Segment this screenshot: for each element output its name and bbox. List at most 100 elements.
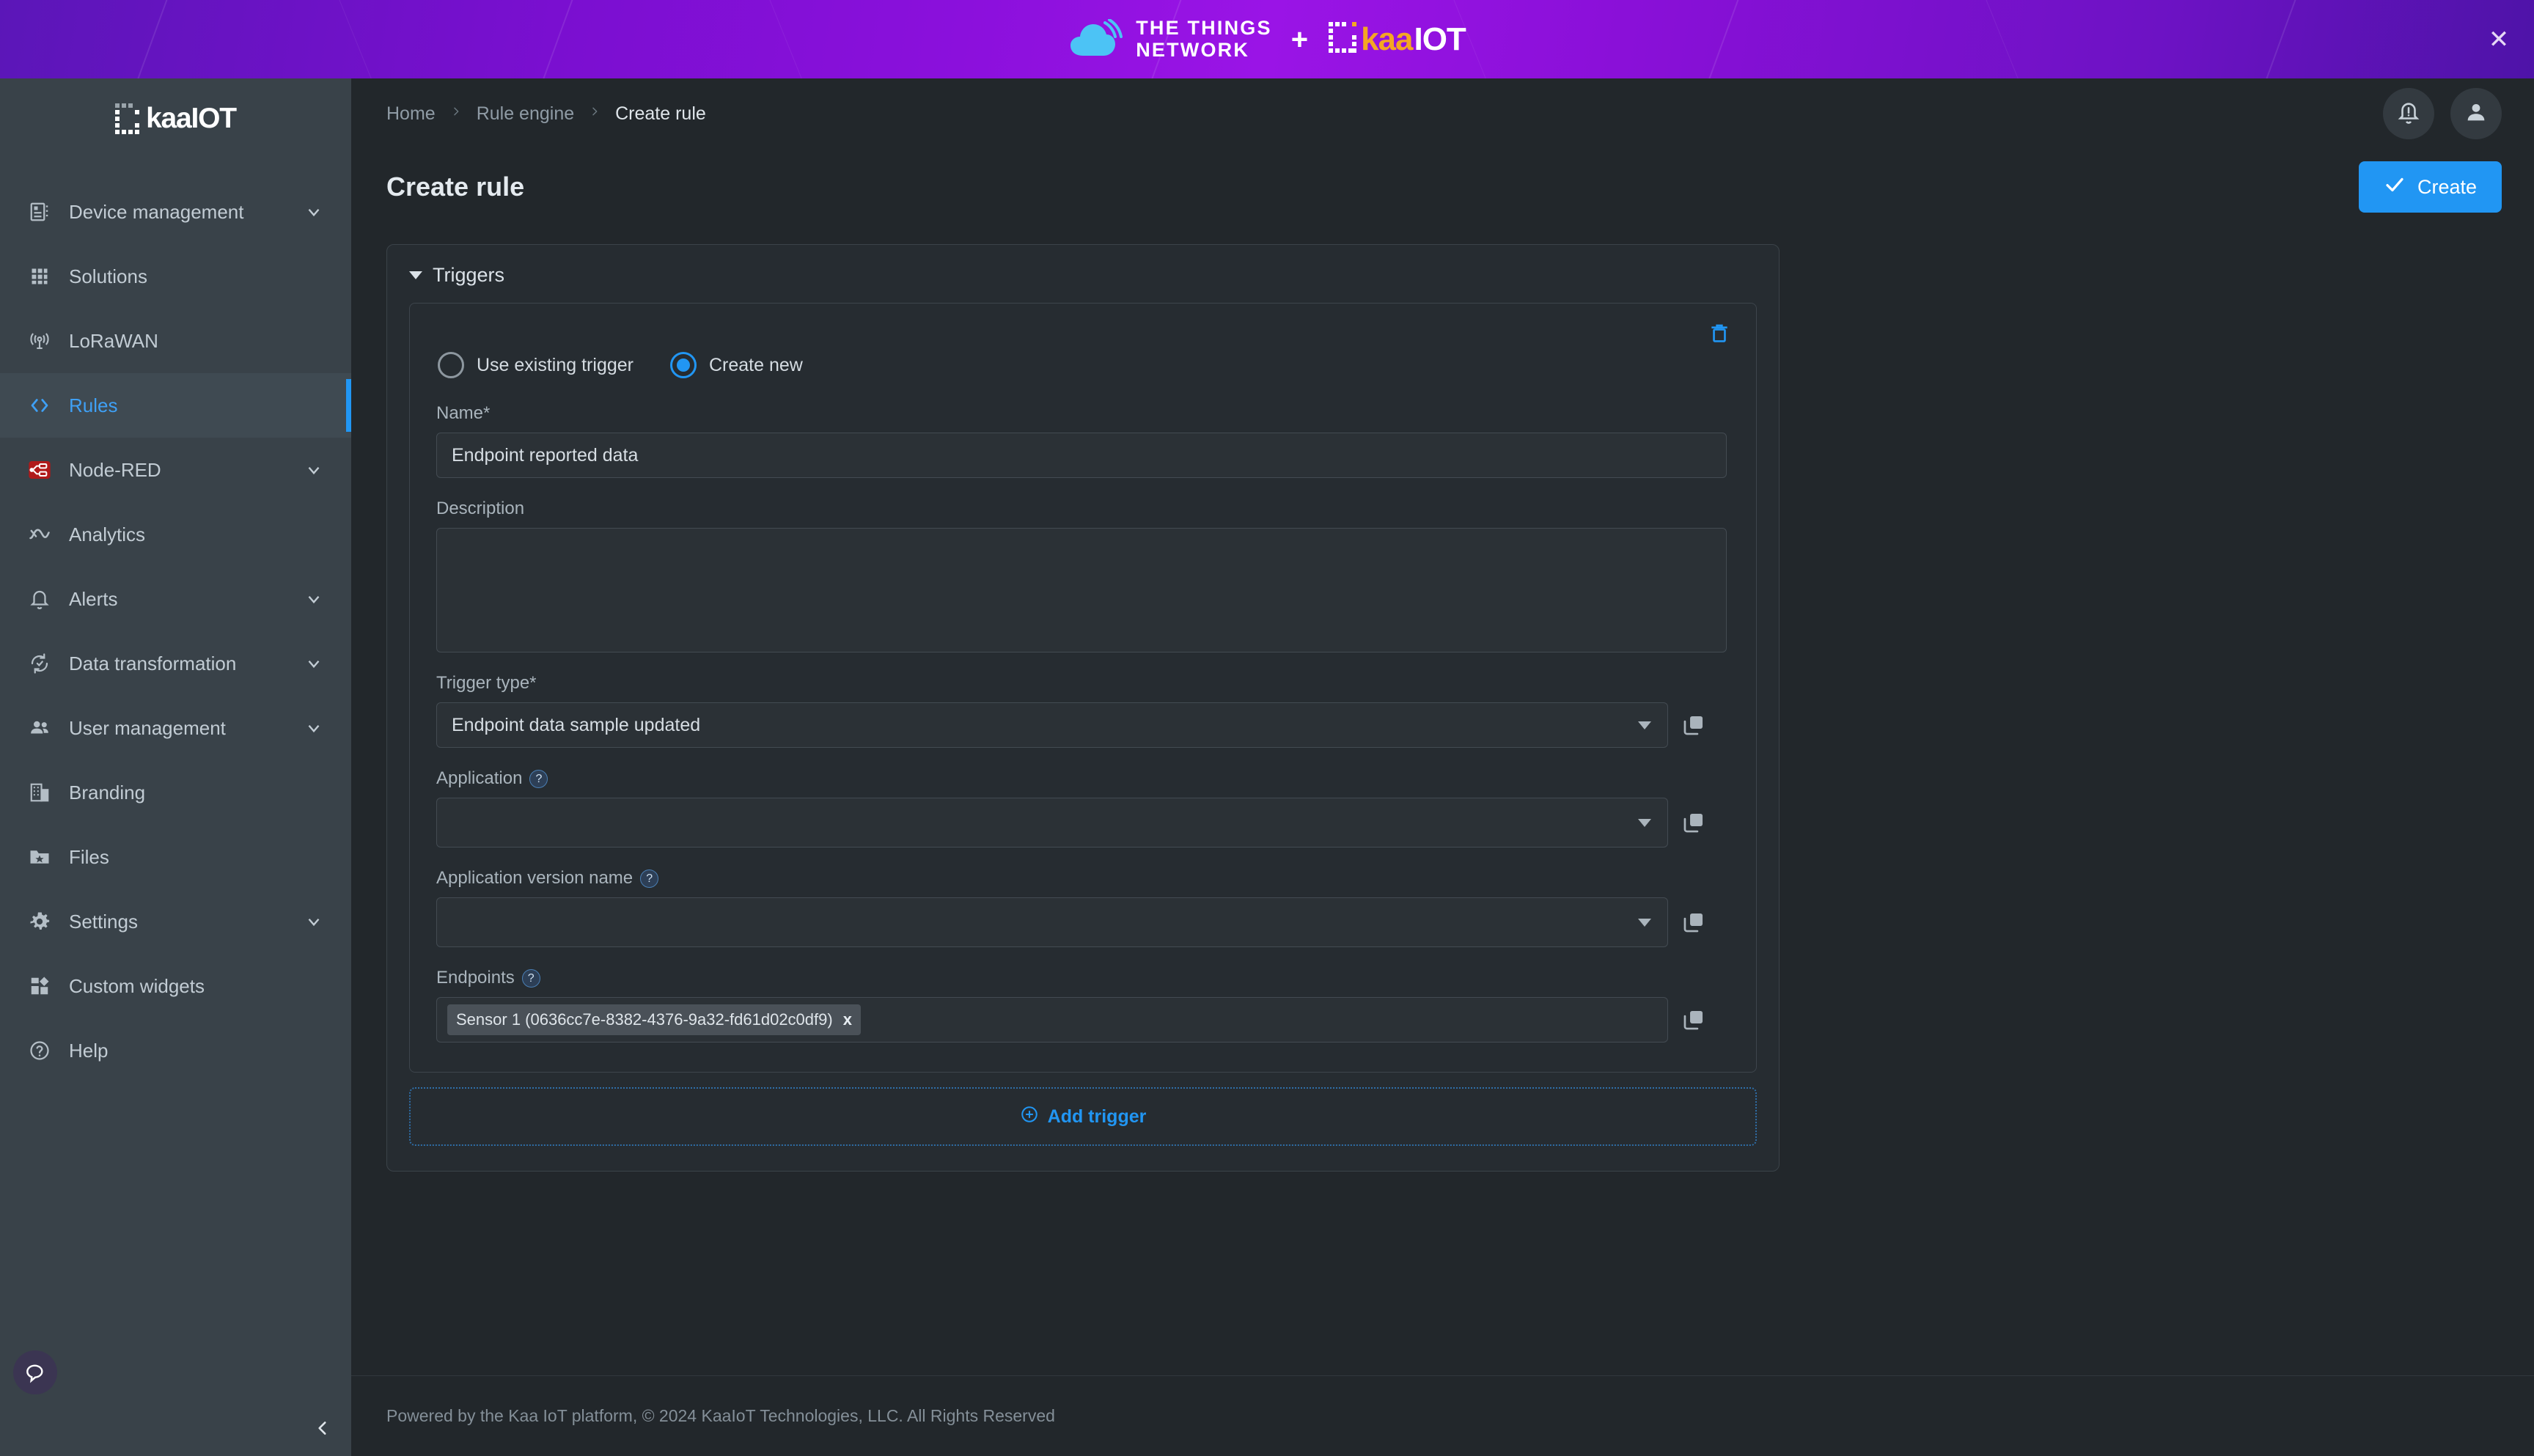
- code-brackets-icon: [21, 394, 59, 416]
- sidebar-item-label: Help: [69, 1039, 109, 1062]
- trigger-item: Use existing trigger Create new Name* En…: [409, 303, 1757, 1073]
- field-label: Name*: [436, 403, 491, 423]
- breadcrumb-item-rule-engine[interactable]: Rule engine: [477, 103, 574, 125]
- sidebar-item-help[interactable]: Help: [0, 1018, 351, 1083]
- sidebar-item-settings[interactable]: Settings: [0, 889, 351, 954]
- breadcrumb-separator: [450, 103, 462, 124]
- field-application-version-name: Application version name ?: [436, 868, 1730, 947]
- sidebar-item-label: Node-RED: [69, 458, 161, 481]
- close-banner-button[interactable]: ✕: [2484, 25, 2513, 54]
- sidebar-item-label: Device management: [69, 200, 244, 223]
- people-icon: [21, 717, 59, 739]
- radio-use-existing-trigger[interactable]: Use existing trigger: [438, 352, 634, 378]
- collapse-sidebar-button[interactable]: [0, 1403, 351, 1456]
- help-icon[interactable]: ?: [529, 769, 548, 788]
- sidebar-item-label: Files: [69, 845, 109, 868]
- account-button[interactable]: [2450, 88, 2502, 139]
- sidebar-item-label: Alerts: [69, 587, 118, 610]
- user-avatar-icon: [2464, 100, 2489, 128]
- chat-bubble-icon[interactable]: [13, 1350, 57, 1394]
- sidebar-item-node-red[interactable]: Node-RED: [0, 438, 351, 502]
- chevron-down-icon[interactable]: [304, 460, 323, 479]
- sidebar-item-branding[interactable]: Branding: [0, 760, 351, 825]
- field-name: Name* Endpoint reported data: [436, 403, 1730, 478]
- top-bar: Home Rule engine Create rule: [351, 78, 2534, 149]
- ttn-wordmark: THE THINGS NETWORK: [1136, 18, 1272, 60]
- chevron-down-icon: [1638, 918, 1651, 927]
- caret-down-icon[interactable]: [409, 271, 422, 279]
- antenna-icon: [21, 330, 59, 352]
- kaa-wordmark-iot: IOT: [1414, 21, 1466, 57]
- endpoint-chip[interactable]: Sensor 1 (0636cc7e-8382-4376-9a32-fd61d0…: [447, 1004, 861, 1035]
- chevron-down-icon: [1638, 721, 1651, 729]
- trigger-mode-radio-group: Use existing trigger Create new: [438, 352, 1730, 378]
- bell-alert-icon: [2396, 100, 2421, 128]
- create-button[interactable]: Create: [2358, 161, 2502, 213]
- application-select[interactable]: [436, 798, 1668, 848]
- kaaiot-banner-logo: kaa IOT: [1327, 21, 1466, 58]
- sidebar-item-data-transformation[interactable]: Data transformation: [0, 631, 351, 696]
- help-icon[interactable]: ?: [521, 968, 540, 988]
- chevron-down-icon[interactable]: [304, 589, 323, 608]
- sidebar-item-device-management[interactable]: Device management: [0, 180, 351, 244]
- sidebar-item-user-management[interactable]: User management: [0, 696, 351, 760]
- sidebar-item-custom-widgets[interactable]: Custom widgets: [0, 954, 351, 1018]
- folder-star-icon: [21, 846, 59, 868]
- main-content: Home Rule engine Create rule Create rule…: [351, 78, 2534, 1456]
- copy-endpoints-button[interactable]: [1681, 1007, 1706, 1032]
- plus-icon: +: [1290, 23, 1309, 56]
- node-red-icon: [21, 458, 59, 482]
- add-trigger-button[interactable]: Add trigger: [409, 1087, 1757, 1146]
- copy-application-version-button[interactable]: [1681, 910, 1706, 935]
- sidebar-item-rules[interactable]: Rules: [0, 373, 351, 438]
- endpoint-chip-label: Sensor 1 (0636cc7e-8382-4376-9a32-fd61d0…: [456, 1010, 833, 1029]
- breadcrumb: Home Rule engine Create rule: [386, 103, 706, 125]
- help-icon[interactable]: ?: [640, 869, 659, 888]
- sidebar-item-label: Solutions: [69, 265, 147, 287]
- ttn-line-2: NETWORK: [1136, 38, 1250, 61]
- sidebar-item-label: Custom widgets: [69, 974, 205, 997]
- chevron-down-icon[interactable]: [304, 202, 323, 221]
- device-chip-icon: [21, 201, 59, 223]
- ttn-cloud-icon: [1068, 18, 1125, 60]
- triggers-section-header[interactable]: Triggers: [409, 264, 1757, 287]
- sidebar-item-label: Data transformation: [69, 652, 237, 674]
- endpoints-input[interactable]: Sensor 1 (0636cc7e-8382-4376-9a32-fd61d0…: [436, 997, 1668, 1043]
- sidebar-item-label: Settings: [69, 910, 138, 933]
- field-label: Trigger type*: [436, 673, 537, 693]
- remove-endpoint-icon[interactable]: x: [843, 1010, 852, 1029]
- application-version-select[interactable]: [436, 897, 1668, 947]
- create-button-label: Create: [2417, 175, 2477, 198]
- copy-trigger-type-button[interactable]: [1681, 713, 1706, 738]
- field-description: Description: [436, 499, 1730, 652]
- promo-banner: THE THINGS NETWORK + kaa IOT ✕: [0, 0, 2534, 78]
- chevron-down-icon[interactable]: [304, 718, 323, 738]
- trigger-type-select[interactable]: Endpoint data sample updated: [436, 702, 1668, 748]
- check-icon: [2384, 174, 2406, 201]
- sidebar-item-alerts[interactable]: Alerts: [0, 567, 351, 631]
- notifications-button[interactable]: [2383, 88, 2434, 139]
- widgets-icon: [21, 975, 59, 997]
- copy-application-button[interactable]: [1681, 810, 1706, 835]
- sidebar-item-lorawan[interactable]: LoRaWAN: [0, 309, 351, 373]
- sidebar-item-analytics[interactable]: Analytics: [0, 502, 351, 567]
- sidebar-item-solutions[interactable]: Solutions: [0, 244, 351, 309]
- description-textarea[interactable]: [436, 528, 1727, 652]
- sidebar-nav: Device management Solutions LoRaWAN Rule…: [0, 180, 351, 1331]
- trigger-type-value: Endpoint data sample updated: [452, 714, 701, 735]
- page-header: Create rule Create: [351, 149, 2534, 219]
- chevron-down-icon[interactable]: [304, 654, 323, 673]
- chevron-down-icon[interactable]: [304, 912, 323, 931]
- sidebar-brand-logo[interactable]: kaaIOT: [0, 78, 351, 159]
- building-icon: [21, 782, 59, 804]
- delete-trigger-button[interactable]: [1708, 321, 1731, 348]
- radio-create-new[interactable]: Create new: [669, 352, 803, 378]
- plus-circle-icon: [1020, 1105, 1039, 1129]
- field-label-text: Endpoints: [436, 968, 515, 988]
- breadcrumb-item-home[interactable]: Home: [386, 103, 436, 125]
- bell-icon: [21, 588, 59, 610]
- sidebar-item-files[interactable]: Files: [0, 825, 351, 889]
- radio-label: Create new: [708, 354, 803, 375]
- name-input[interactable]: Endpoint reported data: [436, 433, 1727, 478]
- the-things-network-logo: THE THINGS NETWORK: [1068, 18, 1272, 60]
